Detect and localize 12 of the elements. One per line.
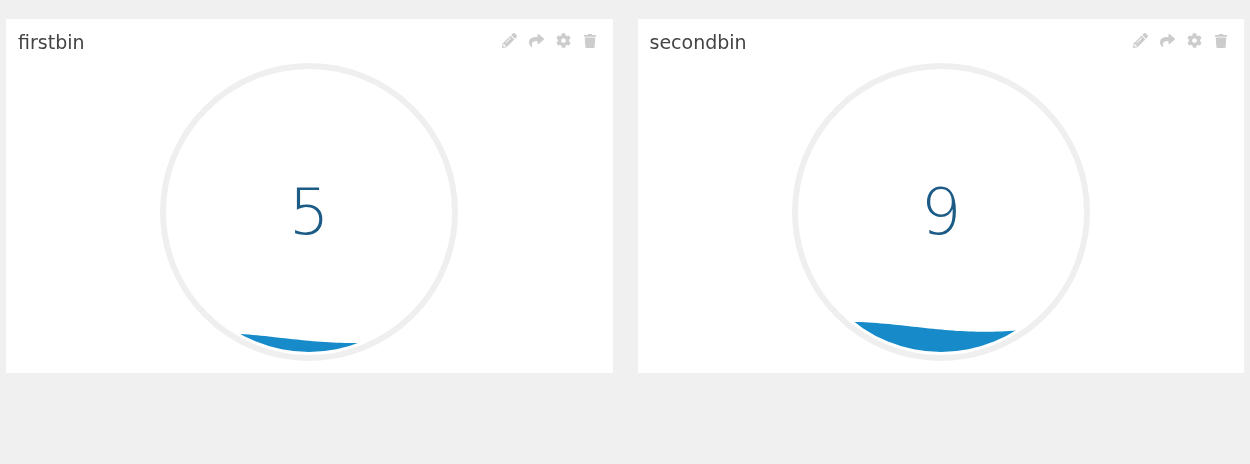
- gauge-value: 5: [288, 175, 330, 249]
- edit-icon[interactable]: [1133, 33, 1148, 48]
- widget-title: firstbin: [18, 30, 85, 56]
- edit-icon[interactable]: [501, 33, 517, 48]
- trash-icon[interactable]: [582, 33, 597, 48]
- share-icon[interactable]: [528, 33, 544, 48]
- settings-icon[interactable]: [555, 33, 571, 48]
- share-icon[interactable]: [1160, 33, 1175, 48]
- trash-icon[interactable]: [1214, 33, 1228, 48]
- settings-icon[interactable]: [1187, 33, 1202, 48]
- gauge-value: 9: [920, 175, 962, 249]
- widget-title: secondbin: [649, 30, 747, 56]
